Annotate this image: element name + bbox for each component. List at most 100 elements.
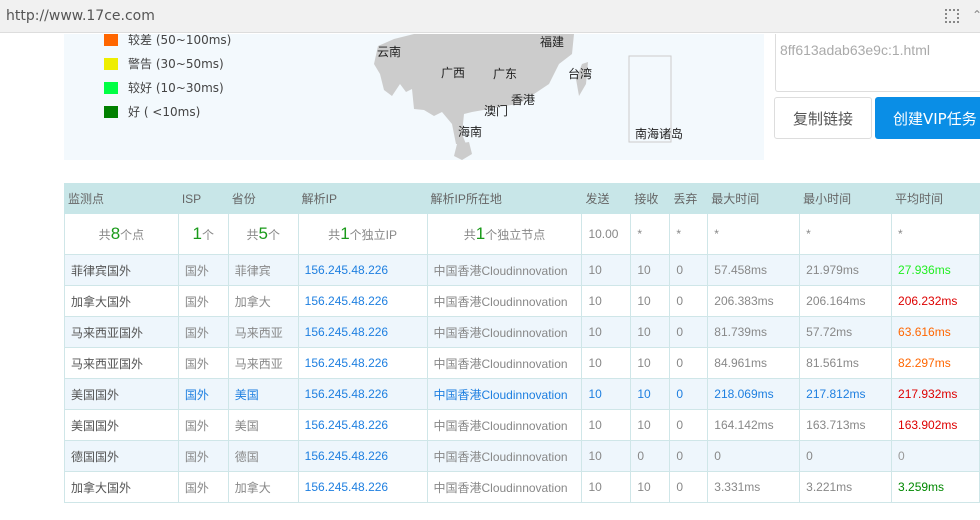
cell-recv: 10 xyxy=(630,254,671,286)
province-label: 香港 xyxy=(511,93,536,107)
cell-max: 3.331ms xyxy=(707,471,801,503)
cell-prov: 加拿大 xyxy=(227,471,299,503)
cell-loc: 中国香港Cloudinnovation xyxy=(426,471,583,503)
cell-lost: 0 xyxy=(669,440,709,472)
cell-ip[interactable]: 156.245.48.226 xyxy=(297,285,428,317)
legend-label: 较差 (50~100ms) xyxy=(128,34,232,47)
cell-recv: 10 xyxy=(630,316,671,348)
column-header: 平均时间 xyxy=(891,183,980,214)
summary-avg: * xyxy=(891,213,980,255)
cell-lost: 0 xyxy=(669,409,709,441)
table-row[interactable]: 加拿大国外 国外 加拿大 156.245.48.226 中国香港Cloudinnovat… xyxy=(64,285,980,317)
column-header: 解析IP xyxy=(297,183,428,214)
cell-recv: 10 xyxy=(630,471,671,503)
cell-name: 加拿大国外 xyxy=(64,471,179,503)
province-label: 澳门 xyxy=(484,104,509,118)
province-label: 福建 xyxy=(540,35,565,49)
cell-min: 81.561ms xyxy=(799,347,893,379)
cell-ip[interactable]: 156.245.48.226 xyxy=(297,378,428,410)
table-row[interactable]: 马来西亚国外 国外 马来西亚 156.245.48.226 中国香港Cloudinnov… xyxy=(64,316,980,348)
china-map xyxy=(374,34,672,160)
legend-swatch xyxy=(104,82,118,94)
table-row[interactable]: 马来西亚国外 国外 马来西亚 156.245.48.226 中国香港Cloudinnov… xyxy=(64,347,980,379)
summary-recv: * xyxy=(630,213,671,255)
cell-max: 84.961ms xyxy=(707,347,801,379)
cell-lost: 0 xyxy=(669,254,709,286)
cell-recv: 10 xyxy=(630,347,671,379)
legend-swatch xyxy=(104,34,118,46)
map-panel: 较差 (50~100ms) 警告 (30~50ms) 较好 (10~30ms) 好 (… xyxy=(64,34,764,160)
share-link-textarea[interactable]: 8ff613adab63e9c:1.html xyxy=(775,34,980,92)
province-label: 台湾 xyxy=(568,67,593,81)
summary-row: 共8个点 1个 共5个 共1个独立IP 共1个独立节点 10.00 * * * … xyxy=(64,213,980,255)
cell-max: 218.069ms xyxy=(707,378,801,410)
url-text[interactable]: http://www.17ce.com xyxy=(6,8,155,24)
table-row[interactable]: 美国国外 国外 美国 156.245.48.226 中国香港Cloudinnovatio… xyxy=(64,378,980,410)
cell-prov: 德国 xyxy=(227,440,299,472)
cell-name: 美国国外 xyxy=(64,378,179,410)
cell-ip[interactable]: 156.245.48.226 xyxy=(297,254,428,286)
cell-send: 10 xyxy=(581,471,632,503)
cell-avg: 0 xyxy=(891,440,980,472)
more-icon[interactable]: ⌃ xyxy=(972,8,980,22)
cell-loc: 中国香港Cloudinnovation xyxy=(426,254,583,286)
table-row[interactable]: 加拿大国外 国外 加拿大 156.245.48.226 中国香港Cloudinnovat… xyxy=(64,471,980,503)
qr-code-icon[interactable] xyxy=(945,9,959,23)
address-bar[interactable]: http://www.17ce.com ⌃ xyxy=(0,0,980,33)
cell-send: 10 xyxy=(581,254,632,286)
cell-min: 3.221ms xyxy=(799,471,893,503)
cell-ip[interactable]: 156.245.48.226 xyxy=(297,440,428,472)
summary-isp: 1个 xyxy=(177,213,229,255)
cell-loc: 中国香港Cloudinnovation xyxy=(426,316,583,348)
cell-avg: 82.297ms xyxy=(891,347,980,379)
map-hainan[interactable] xyxy=(454,142,472,160)
copy-link-button[interactable]: 复制链接 xyxy=(774,97,872,139)
cell-ip[interactable]: 156.245.48.226 xyxy=(297,409,428,441)
table-row[interactable]: 菲律宾国外 国外 菲律宾 156.245.48.226 中国香港Cloudinnovat… xyxy=(64,254,980,286)
cell-recv: 10 xyxy=(630,378,671,410)
cell-ip[interactable]: 156.245.48.226 xyxy=(297,471,428,503)
column-header: 接收 xyxy=(630,183,671,214)
column-header: 最大时间 xyxy=(707,183,801,214)
cell-avg: 163.902ms xyxy=(891,409,980,441)
table-row[interactable]: 美国国外 国外 美国 156.245.48.226 中国香港Cloudinnovatio… xyxy=(64,409,980,441)
cell-loc: 中国香港Cloudinnovation xyxy=(426,347,583,379)
create-vip-task-button[interactable]: 创建VIP任务 xyxy=(875,97,980,139)
cell-ip[interactable]: 156.245.48.226 xyxy=(297,347,428,379)
cell-isp: 国外 xyxy=(177,409,229,441)
cell-min: 217.812ms xyxy=(799,378,893,410)
cell-lost: 0 xyxy=(669,316,709,348)
cell-isp: 国外 xyxy=(177,316,229,348)
cell-avg: 63.616ms xyxy=(891,316,980,348)
cell-avg: 206.232ms xyxy=(891,285,980,317)
cell-avg: 27.936ms xyxy=(891,254,980,286)
table-row[interactable]: 德国国外 国外 德国 156.245.48.226 中国香港Cloudinnovatio… xyxy=(64,440,980,472)
cell-ip[interactable]: 156.245.48.226 xyxy=(297,316,428,348)
cell-recv: 10 xyxy=(630,409,671,441)
cell-send: 10 xyxy=(581,347,632,379)
cell-isp: 国外 xyxy=(177,347,229,379)
summary-provinces: 共5个 xyxy=(227,213,299,255)
cell-loc: 中国香港Cloudinnovation xyxy=(426,409,583,441)
results-table: 监测点 ISP 省份 解析IP 解析IP所在地 发送 接收 丢弃 最大时间 最小时间 平均时间 共8… xyxy=(64,183,980,503)
cell-min: 21.979ms xyxy=(799,254,893,286)
cell-max: 81.739ms xyxy=(707,316,801,348)
cell-isp: 国外 xyxy=(177,378,229,410)
cell-send: 10 xyxy=(581,285,632,317)
cell-name: 美国国外 xyxy=(64,409,179,441)
summary-ips: 共1个独立IP xyxy=(297,213,428,255)
province-label: 海南 xyxy=(458,125,483,139)
province-label: 云南 xyxy=(377,45,402,59)
summary-points: 共8个点 xyxy=(64,213,179,255)
cell-max: 57.458ms xyxy=(707,254,801,286)
cell-isp: 国外 xyxy=(177,440,229,472)
cell-name: 德国国外 xyxy=(64,440,179,472)
column-header: 最小时间 xyxy=(799,183,893,214)
cell-prov: 马来西亚 xyxy=(227,316,299,348)
cell-name: 加拿大国外 xyxy=(64,285,179,317)
cell-min: 57.72ms xyxy=(799,316,893,348)
cell-name: 菲律宾国外 xyxy=(64,254,179,286)
cell-isp: 国外 xyxy=(177,254,229,286)
cell-prov: 加拿大 xyxy=(227,285,299,317)
table-header: 监测点 ISP 省份 解析IP 解析IP所在地 发送 接收 丢弃 最大时间 最小时间 平均时间 xyxy=(64,183,980,214)
